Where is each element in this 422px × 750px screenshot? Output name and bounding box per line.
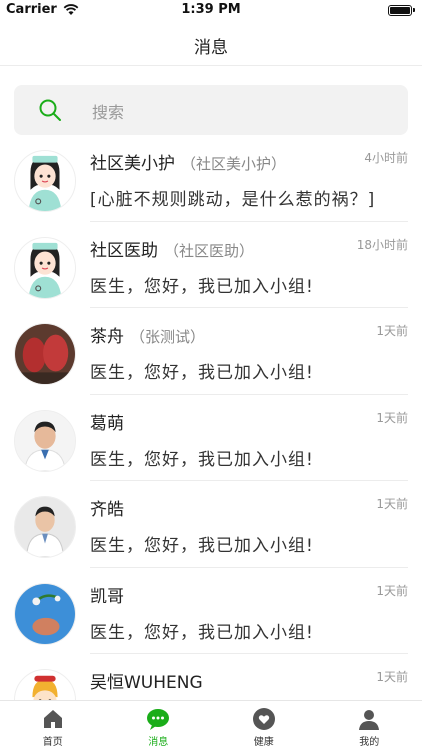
tab-bar: 首页 消息 健康 我的: [0, 700, 422, 750]
avatar[interactable]: [14, 669, 76, 700]
page-title: 消息: [194, 38, 228, 58]
tab-home[interactable]: 首页: [0, 701, 106, 750]
tab-label: 消息: [148, 737, 169, 748]
message-time: 1天前: [376, 324, 408, 338]
conversation-row[interactable]: 齐皓医生，您好，我已加入小组! 1天前: [0, 481, 422, 568]
contact-name: 社区美小护: [90, 154, 175, 174]
contact-name: 齐皓: [90, 500, 124, 520]
home-icon: [41, 707, 65, 731]
avatar[interactable]: [14, 409, 76, 472]
contact-name: 葛萌: [90, 413, 124, 434]
tab-user[interactable]: 我的: [317, 701, 422, 750]
message-preview: 医生，您好，我已加入小组!: [90, 276, 314, 297]
message-time: 1天前: [376, 670, 408, 684]
chat-icon: [146, 707, 170, 731]
status-time: 1:39 PM: [181, 2, 241, 17]
message-preview: [心脏不规则跳动，是什么惹的祸？]: [90, 190, 376, 210]
tab-label: 首页: [42, 737, 63, 748]
contact-alias: （社区医助）: [164, 241, 255, 260]
message-time: 4小时前: [364, 151, 408, 165]
message-time: 1天前: [376, 497, 408, 511]
contact-name-line: 茶舟 （张测试）: [90, 322, 205, 347]
contact-name: 社区医助: [90, 240, 158, 261]
battery-icon: [388, 5, 415, 16]
user-icon: [357, 707, 381, 731]
conversation-row[interactable]: 葛萌医生，您好，我已加入小组! 1天前: [0, 395, 422, 482]
contact-name: 吴恒WUHENG: [90, 673, 203, 693]
navigation-bar: 消息: [0, 22, 422, 66]
avatar[interactable]: [14, 496, 76, 558]
avatar[interactable]: [14, 323, 76, 385]
contact-name-line: 社区美小护 （社区美小护）: [90, 149, 286, 174]
heart-icon: [252, 707, 276, 731]
avatar[interactable]: [14, 236, 76, 299]
message-time: 1天前: [376, 583, 408, 598]
message-preview: 医生，您好，我已加入小组!: [90, 363, 314, 383]
tab-chat[interactable]: 消息: [106, 701, 212, 750]
avatar[interactable]: [14, 150, 76, 212]
search-bar[interactable]: 搜索: [14, 85, 408, 135]
contact-name: 茶舟: [90, 327, 124, 347]
search-icon: [39, 99, 61, 121]
message-time: 18小时前: [356, 237, 408, 252]
tab-label: 健康: [253, 737, 274, 748]
contact-name-line: 齐皓: [90, 495, 124, 520]
contact-alias: （张测试）: [130, 328, 206, 346]
contact-name: 凯哥: [90, 586, 124, 607]
conversation-row[interactable]: 凯哥医生，您好，我已加入小组! 1天前: [0, 568, 422, 655]
conversation-row[interactable]: 社区美小护 （社区美小护） [心脏不规则跳动，是什么惹的祸？] 4小时前: [0, 135, 422, 222]
conversation-row[interactable]: 吴恒WUHENG 1天前: [0, 654, 422, 700]
avatar[interactable]: [14, 582, 76, 645]
message-preview: 医生，您好，我已加入小组!: [90, 536, 314, 556]
contact-name-line: 葛萌: [90, 409, 124, 434]
tab-heart[interactable]: 健康: [211, 701, 317, 750]
conversation-list[interactable]: 社区美小护 （社区美小护） [心脏不规则跳动，是什么惹的祸？] 4小时前社区医助 （社区…: [0, 135, 422, 700]
message-time: 1天前: [376, 410, 408, 425]
search-placeholder: 搜索: [92, 103, 125, 122]
status-bar: Carrier 1:39 PM: [0, 0, 422, 22]
tab-label: 我的: [359, 737, 380, 748]
contact-name-line: 凯哥: [90, 582, 124, 607]
message-preview: 医生，您好，我已加入小组!: [90, 622, 314, 643]
message-preview: 医生，您好，我已加入小组!: [90, 449, 314, 470]
contact-alias: （社区美小护）: [181, 155, 287, 173]
contact-name-line: 吴恒WUHENG: [90, 668, 203, 693]
conversation-row[interactable]: 茶舟 （张测试） 医生，您好，我已加入小组! 1天前: [0, 308, 422, 395]
contact-name-line: 社区医助 （社区医助）: [90, 236, 254, 261]
conversation-row[interactable]: 社区医助 （社区医助） 医生，您好，我已加入小组! 18小时前: [0, 222, 422, 309]
